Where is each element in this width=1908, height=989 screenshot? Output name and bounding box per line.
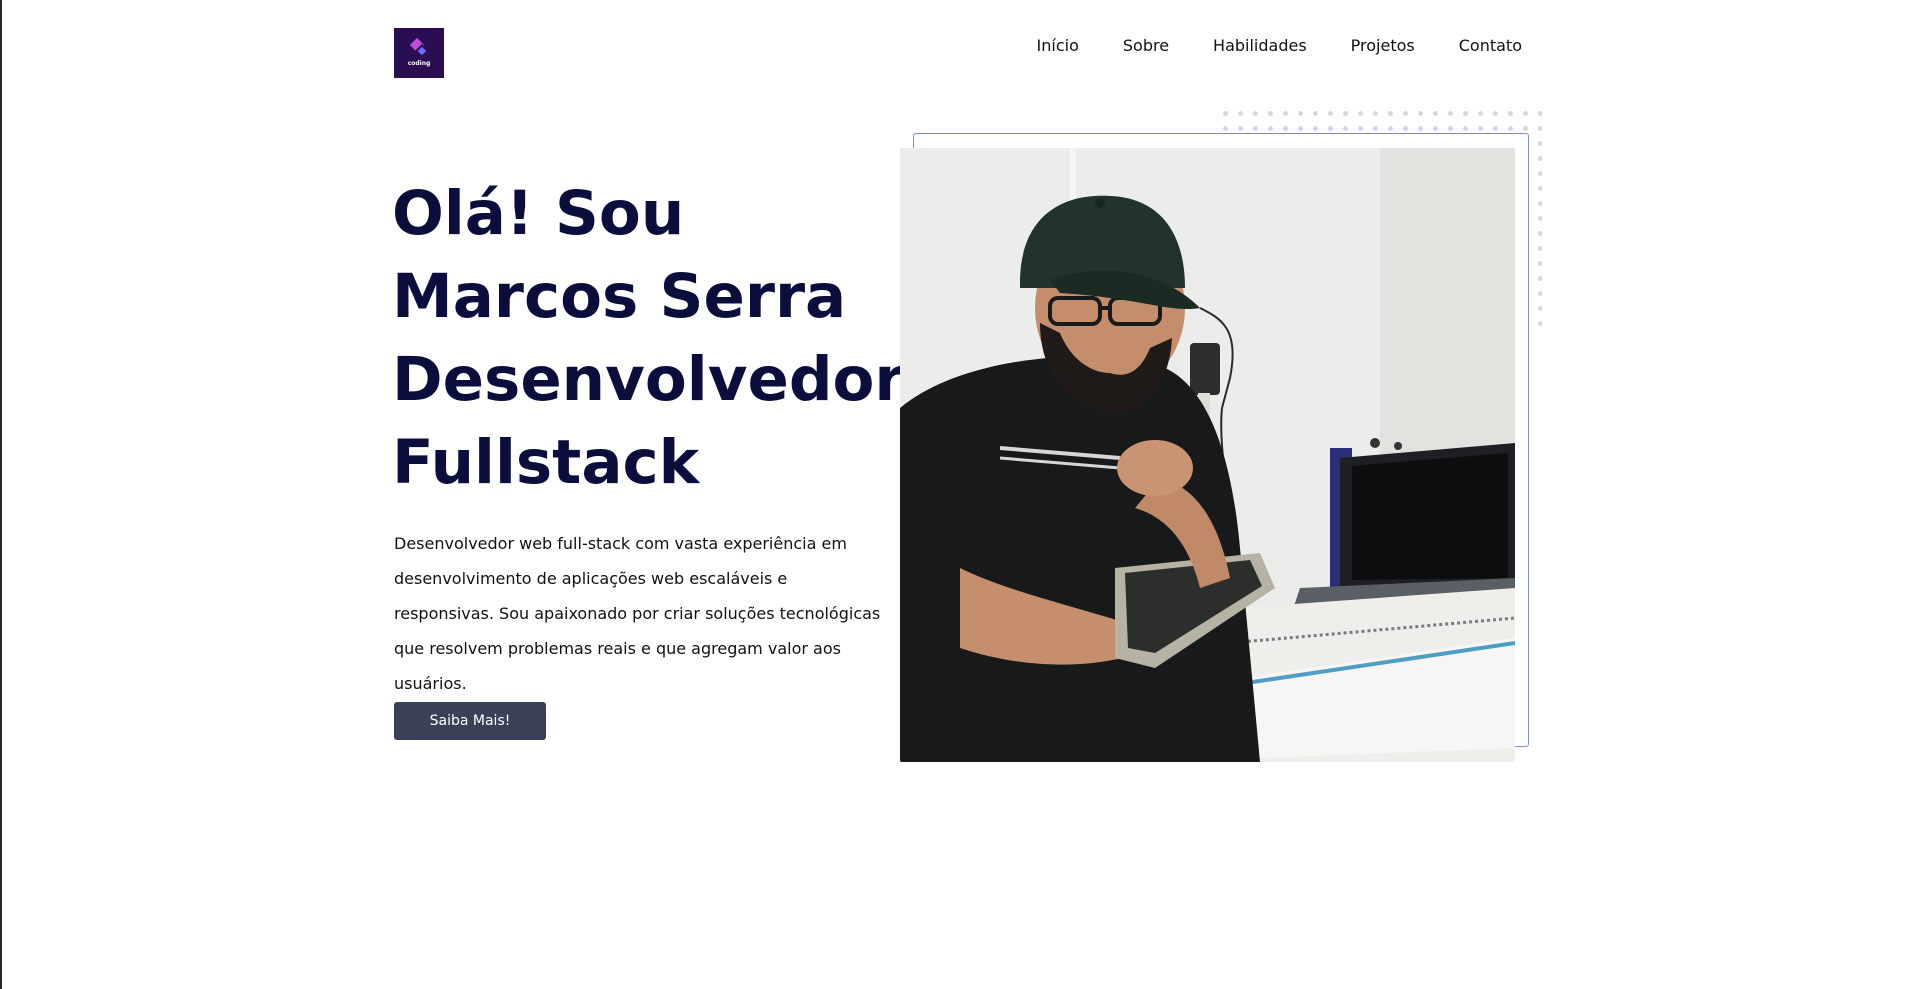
- hero-title-line: Fullstack: [392, 427, 700, 498]
- main-nav: Início Sobre Habilidades Projetos Contat…: [1018, 36, 1522, 55]
- nav-item-habilidades[interactable]: Habilidades: [1213, 36, 1307, 55]
- window-edge: [0, 0, 2, 989]
- logo-text: coding: [407, 59, 431, 67]
- hero-title-line: Olá! Sou: [392, 178, 685, 249]
- hero-title-line: Marcos Serra: [392, 261, 847, 332]
- saiba-mais-button[interactable]: Saiba Mais!: [394, 702, 546, 740]
- logo[interactable]: coding: [394, 28, 444, 78]
- nav-item-inicio[interactable]: Início: [1037, 36, 1079, 55]
- nav-item-sobre[interactable]: Sobre: [1123, 36, 1169, 55]
- profile-photo: [900, 148, 1515, 762]
- hero-title: Olá! Sou Marcos Serra Desenvolvedor Full…: [392, 172, 905, 504]
- profile-photo-illustration: [900, 148, 1515, 762]
- hero-title-line: Desenvolvedor: [392, 344, 905, 415]
- hero-description: Desenvolvedor web full-stack com vasta e…: [394, 534, 881, 693]
- nav-item-projetos[interactable]: Projetos: [1351, 36, 1415, 55]
- nav-item-contato[interactable]: Contato: [1459, 36, 1522, 55]
- logo-icon: [409, 37, 430, 58]
